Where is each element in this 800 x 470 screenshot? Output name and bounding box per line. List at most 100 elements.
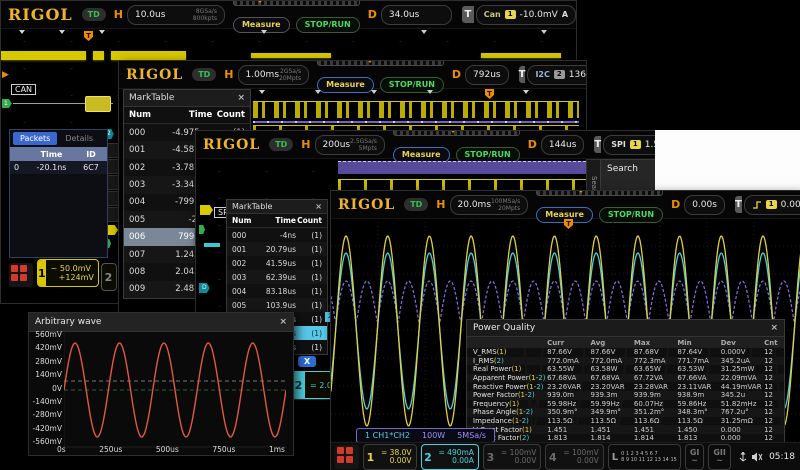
tab-packets[interactable]: Packets (13, 132, 57, 145)
power-quality-row[interactable]: Reactive Power(1-2) 23.26VAR 23.20VAR 23… (467, 382, 784, 391)
timebase-box[interactable]: 1.00ms 2GSa/s20Mpts (238, 65, 310, 85)
delay-label: D (368, 8, 377, 21)
can-waveform (481, 53, 561, 58)
overview-strip[interactable] (233, 0, 360, 6)
trigger-tab[interactable]: T (519, 66, 526, 83)
close-icon[interactable]: × (315, 202, 322, 211)
gen1-badge[interactable]: GI~ (685, 444, 705, 470)
x-tick-label: 250us (99, 445, 122, 454)
power-quality-row[interactable]: V_RMS(1) 87.66V 87.66V 87.68V 87.64V 0.0… (467, 348, 784, 357)
packet-row[interactable]: 0 -20.1ns 6C7 (10, 161, 107, 174)
close-icon[interactable]: × (237, 93, 245, 103)
overview-strip[interactable] (536, 190, 663, 196)
math-channel-info[interactable]: 1 CH1*CH2 100W 5MSa/s (356, 428, 495, 443)
power-quality-row[interactable]: I_RMS(2) 772.0mA 772.0mA 772.3mA 771.7mA… (467, 357, 784, 366)
timebase-box[interactable]: 10.0us 8GSa/s800kpts (127, 5, 225, 25)
delay-box[interactable]: 0.00s (684, 195, 725, 215)
trigger-box[interactable]: 1 0.00V A (744, 195, 800, 215)
trigger-type: I2C (535, 70, 549, 79)
power-quality-row[interactable]: Apparent Power(1-2) 67.68VA 67.68VA 67.7… (467, 374, 784, 383)
trigger-source-badge: 1 (630, 140, 641, 149)
mode-badge[interactable]: TD (192, 68, 216, 81)
digital-marker-icon (371, 90, 377, 94)
tab-details[interactable]: Details (65, 134, 93, 143)
digital-waveform (253, 101, 579, 118)
mode-badge[interactable]: TD (82, 8, 106, 21)
logic-analyzer-badge[interactable]: L 0 1 2 3 4 5 6 78 9 10 11 12 13 14 15 (608, 444, 681, 470)
channel1-badge[interactable]: 1 ~ 50.0mV +124mV (37, 259, 99, 287)
marktable-row[interactable]: 001 20.79us (1) (227, 242, 327, 256)
arb-wave-plot (64, 333, 286, 449)
channel-badge[interactable]: 3 = 100mV0.00V (483, 444, 541, 470)
trigger-box[interactable]: I2C 2 136mV N (527, 65, 587, 85)
dialog-titlebar: Arbitrary wave × (29, 313, 293, 332)
delay-box[interactable]: 792us (465, 65, 509, 85)
menu-grid-icon[interactable] (335, 445, 359, 469)
channel2-level-marker[interactable] (204, 243, 220, 247)
gen2-badge[interactable]: GII~ (708, 444, 731, 470)
channel-badge[interactable]: 2 = 490mA0.00A (421, 444, 479, 470)
decode-format-badge[interactable]: X (298, 356, 316, 367)
channel-status-bar: 1 = 38.0V0.00V 2 = 490mA0.00A 3 = 100mV0… (331, 442, 800, 470)
digital-waveform (338, 179, 586, 190)
trigger-tab[interactable]: T (735, 196, 742, 213)
power-quality-row[interactable]: Impedance(1-2) 113.5Ω 113.5Ω 113.6Ω 113.… (467, 417, 784, 426)
horizontal-label: H (301, 138, 310, 151)
delay-box[interactable]: 144us (541, 135, 585, 155)
marktable-row[interactable]: 000 -4ns (1) (227, 228, 327, 242)
marktable-header: Num Time Count (227, 214, 327, 228)
marktable-row[interactable]: 003 62.39us (1) (227, 270, 327, 284)
timebase-box[interactable]: 200us 2.5GSa/s5Mpts (315, 135, 385, 155)
channel2-badge[interactable]: 2 (101, 263, 117, 291)
digital-marker-icon (523, 90, 529, 94)
marktable-row[interactable]: 002 41.59us (1) (227, 256, 327, 270)
trigger-source-badge: 2 (554, 70, 565, 79)
digital-marker-icon (99, 30, 105, 34)
trigger-sweep: A (562, 10, 568, 19)
overview-strip[interactable] (317, 60, 444, 66)
channel-badge[interactable]: 1 = 38.0V0.00V (363, 444, 417, 470)
power-quality-rows: V_RMS(1) 87.66V 87.66V 87.68V 87.64V 0.0… (467, 348, 784, 443)
sample-rate: 2GSa/s20Mpts (279, 68, 301, 82)
power-quality-row[interactable]: Power Factor(1-2) 939.0m 939.3m 939.9m 9… (467, 391, 784, 400)
power-quality-row[interactable]: Frequency(1) 59.98Hz 59.99Hz 60.07Hz 59.… (467, 400, 784, 409)
trigger-box[interactable]: Can 1 -10.0mV A (476, 5, 576, 25)
y-tick-label: 0V (31, 385, 62, 392)
trigger-tab[interactable]: T (594, 136, 601, 153)
y-tick-label: 140mV (31, 371, 62, 378)
horizontal-label: H (114, 8, 123, 21)
marktable-row[interactable]: 004 83.18us (1) (227, 284, 327, 298)
trigger-tab[interactable]: T (462, 6, 474, 23)
dialog-title: Arbitrary wave (35, 317, 101, 327)
y-axis-ticks: 560mV420mV280mV140mV0V-140mV-280mV-420mV… (31, 331, 62, 445)
rigol-logo: RIGOL (8, 5, 73, 24)
marktable-header: Num Time Count (124, 107, 250, 124)
overview-marker (256, 0, 264, 3)
power-quality-row[interactable]: V Crest Factor(1) 1.451 1.451 1.451 1.45… (467, 425, 784, 434)
marktable-row[interactable]: 005 103.9us (1) (227, 298, 327, 312)
trigger-box[interactable]: SPI 1 1.51V N (603, 135, 662, 155)
menu-grid-icon[interactable] (9, 263, 33, 287)
overview-strip[interactable] (393, 130, 520, 136)
power-quality-header: Curr Avg Max Min Dev Cnt (467, 337, 784, 348)
mode-badge[interactable]: TD (404, 198, 428, 211)
trigger-type: Can (484, 10, 501, 19)
horizontal-label: H (436, 198, 445, 211)
header-bar: RIGOL TD H 200us 2.5GSa/s5Mpts Measure S… (196, 131, 661, 159)
power-quality-row[interactable]: Phase Angle(1-2) 350.9m° 349.9m° 351.2m°… (467, 408, 784, 417)
trigger-source-badge: 1 (766, 200, 777, 209)
header-bar: RIGOL TD H 10.0us 8GSa/s800kpts Measure … (1, 1, 576, 29)
channel-badge[interactable]: 4 = 100mV0.00V (545, 444, 603, 470)
close-icon[interactable]: × (770, 323, 778, 333)
mode-badge[interactable]: TD (269, 138, 293, 151)
delay-box[interactable]: 34.0us (381, 5, 452, 25)
speaker-icon[interactable] (752, 452, 763, 462)
can-waveform (1, 51, 86, 60)
timebase-value: 10.0us (135, 10, 165, 20)
power-quality-row[interactable]: Real Power(1) 63.55W 63.58W 63.65W 63.53… (467, 365, 784, 374)
decode-result-panel: Packets Details Time ID 0 -20.1ns 6C7 (9, 129, 108, 258)
close-icon[interactable]: × (279, 317, 287, 327)
system-clock: 05:18 (769, 452, 795, 462)
timebase-box[interactable]: 20.0ms 100MSa/s20Mpts (450, 195, 529, 215)
bus-position-icon[interactable]: ▶ (2, 71, 9, 80)
